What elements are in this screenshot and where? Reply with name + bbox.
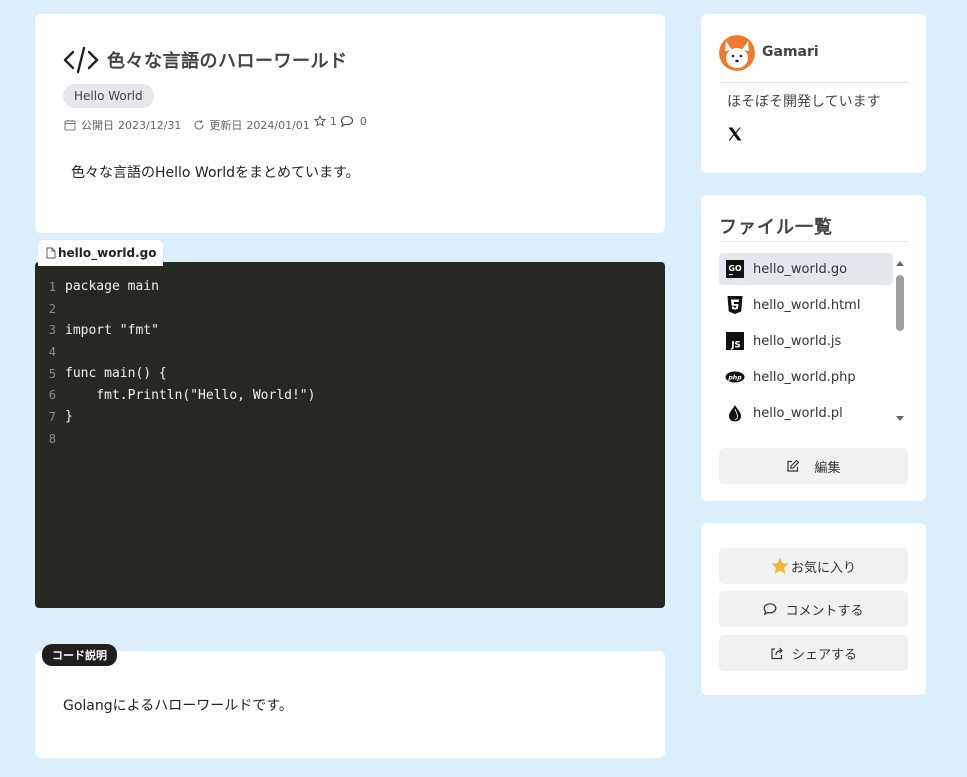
- svg-text:GO: GO: [728, 264, 742, 273]
- line-number: 1: [48, 279, 56, 294]
- line-content: func main() {: [65, 366, 167, 382]
- svg-text:php: php: [727, 374, 742, 381]
- code-file-tab: hello_world.go: [38, 240, 163, 266]
- file-item-php[interactable]: php hello_world.php: [719, 361, 893, 393]
- code-line: 4: [35, 341, 665, 363]
- explanation-card: Golangによるハローワールドです。: [35, 651, 665, 758]
- file-list-title: ファイル一覧: [719, 217, 833, 238]
- share-icon: [771, 647, 783, 660]
- share-label: シェアする: [791, 647, 857, 663]
- js-icon: JS: [726, 332, 744, 351]
- edit-icon: [787, 459, 800, 472]
- edit-button[interactable]: 編集: [719, 448, 908, 484]
- title-row: 色々な言語のハローワールド: [63, 46, 348, 74]
- line-content: fmt.Println("Hello, World!"): [65, 387, 316, 403]
- published-label: 公開日: [81, 119, 114, 132]
- svg-text:JS: JS: [730, 341, 740, 351]
- file-list: GO hello_world.go hello_world.html JS he…: [719, 253, 893, 433]
- line-number: 7: [48, 409, 56, 424]
- explanation-text: Golangによるハローワールドです。: [63, 698, 293, 714]
- calendar-icon: [64, 120, 76, 131]
- code-line: 7}: [35, 406, 665, 428]
- profile-card: Gamari ほそぼそ開発しています: [701, 14, 926, 173]
- comment-bubble-icon: [340, 115, 353, 127]
- username[interactable]: Gamari: [762, 44, 819, 60]
- comment-button[interactable]: コメントする: [719, 591, 908, 627]
- star-stat: 1: [313, 114, 337, 128]
- explanation-badge: コード説明: [42, 644, 117, 666]
- file-name: hello_world.html: [753, 297, 861, 313]
- line-number: 2: [48, 301, 56, 316]
- divider: [719, 82, 908, 83]
- file-item-html[interactable]: hello_world.html: [719, 289, 893, 321]
- code-icon: [63, 46, 99, 74]
- code-line: 2: [35, 298, 665, 320]
- code-line: 1 package main: [35, 276, 665, 298]
- comment-label: コメントする: [785, 603, 864, 619]
- line-number: 8: [48, 431, 56, 446]
- file-icon: [46, 247, 56, 259]
- comment-icon: [764, 603, 777, 616]
- share-button[interactable]: シェアする: [719, 635, 908, 671]
- code-line: 3 import "fmt": [35, 319, 665, 341]
- file-list-scrollbar[interactable]: [895, 257, 905, 425]
- perl-onion-icon: [729, 405, 741, 422]
- favorite-label: お気に入り: [790, 560, 856, 576]
- html5-icon: [727, 296, 743, 314]
- avatar[interactable]: [719, 35, 755, 71]
- published-info: 公開日 2023/12/31: [64, 117, 181, 133]
- code-filename: hello_world.go: [58, 246, 157, 260]
- star-outline-icon: [313, 115, 326, 127]
- star-icon: [771, 557, 789, 574]
- refresh-icon: [194, 120, 204, 130]
- code-block[interactable]: 1 package main 2 3 import "fmt" 4 5 func ma…: [35, 262, 665, 608]
- code-line: 8: [35, 428, 665, 450]
- file-item-js[interactable]: JS hello_world.js: [719, 325, 893, 357]
- comment-count: 0: [359, 114, 367, 128]
- line-content: }: [65, 409, 73, 425]
- tag-hello-world[interactable]: Hello World: [63, 84, 154, 108]
- x-twitter-icon[interactable]: [727, 126, 743, 142]
- line-number: 4: [48, 344, 56, 359]
- file-item-go[interactable]: GO hello_world.go: [719, 253, 893, 285]
- file-name: hello_world.php: [753, 369, 856, 385]
- divider: [719, 241, 908, 242]
- php-icon: php: [725, 371, 745, 383]
- updated-label: 更新日: [209, 119, 243, 132]
- go-icon: GO: [726, 260, 744, 278]
- actions-card: お気に入り コメントする シェアする: [701, 523, 926, 695]
- page-title: 色々な言語のハローワールド: [107, 51, 348, 72]
- comment-stat: 0: [340, 115, 367, 128]
- file-item-pl[interactable]: hello_world.pl: [719, 397, 893, 429]
- file-name: hello_world.js: [753, 333, 842, 349]
- code-line: 6 fmt.Println("Hello, World!"): [35, 384, 665, 406]
- post-header-card: 色々な言語のハローワールド Hello World 公開日 2023/12/31…: [35, 14, 665, 233]
- file-name: hello_world.go: [753, 261, 848, 277]
- post-description: 色々な言語のHello Worldをまとめています。: [71, 165, 360, 181]
- profile-bio: ほそぼそ開発しています: [727, 94, 881, 110]
- file-name: hello_world.pl: [753, 405, 843, 421]
- shiba-avatar-icon: [719, 35, 755, 71]
- line-number: 5: [48, 366, 56, 381]
- line-number: 3: [48, 323, 56, 338]
- scroll-down-arrow[interactable]: [896, 416, 904, 421]
- post-meta: 公開日 2023/12/31 更新日 2024/01/01 1 0: [64, 114, 367, 133]
- scroll-thumb[interactable]: [896, 275, 904, 331]
- updated-date: 2024/01/01: [246, 118, 310, 132]
- code-line: 5 func main() {: [35, 363, 665, 385]
- favorite-button[interactable]: お気に入り: [719, 548, 908, 584]
- star-count: 1: [329, 114, 337, 128]
- line-content: import "fmt": [65, 322, 159, 338]
- scroll-up-arrow[interactable]: [896, 261, 904, 266]
- published-date: 2023/12/31: [118, 118, 182, 132]
- line-number: 6: [48, 388, 56, 403]
- line-content: package main: [65, 279, 159, 295]
- updated-info: 更新日 2024/01/01: [193, 117, 310, 133]
- file-list-card: ファイル一覧 GO hello_world.go hello_world.htm…: [701, 195, 926, 501]
- edit-label: 編集: [814, 460, 841, 476]
